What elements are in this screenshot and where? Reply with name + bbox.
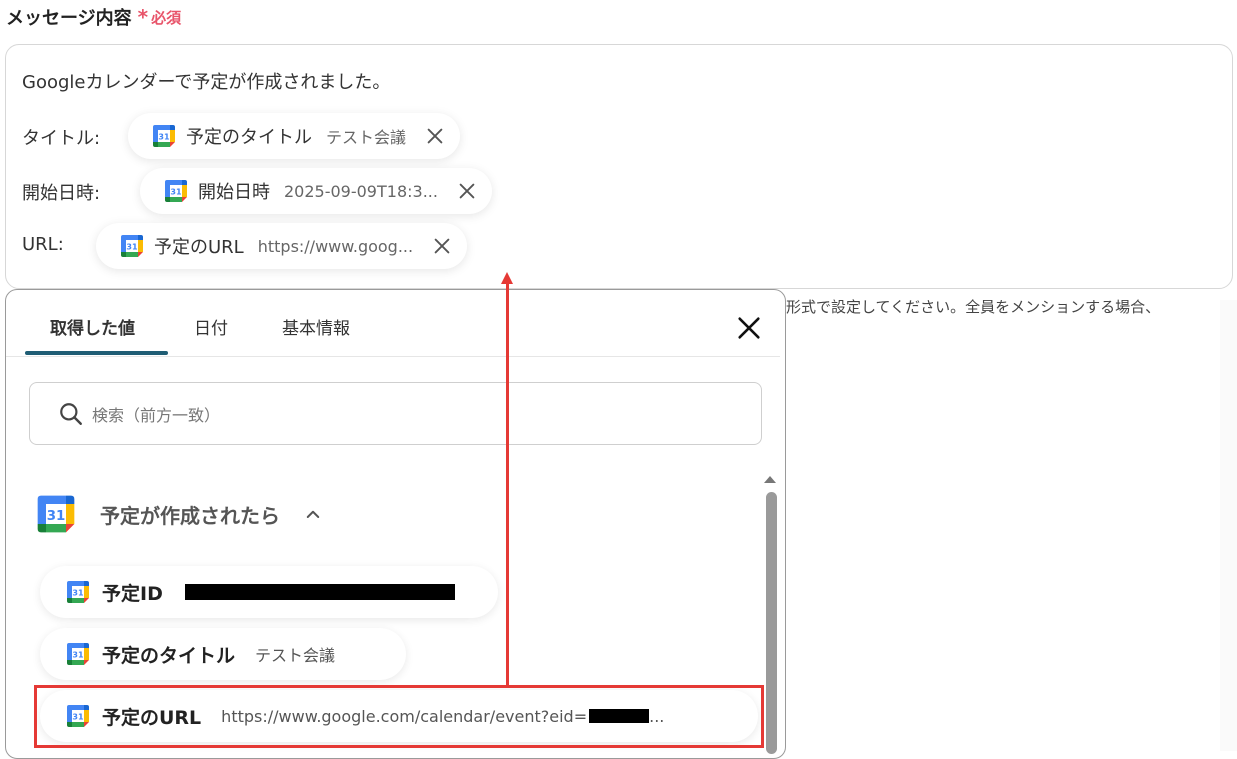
tab-divider (6, 356, 780, 357)
close-icon[interactable] (431, 235, 453, 257)
search-placeholder: 検索（前方一致） (92, 405, 221, 425)
close-icon[interactable] (456, 180, 478, 202)
message-line-1: Googleカレンダーで予定が作成されました。 (22, 72, 391, 93)
group-header[interactable]: 予定が作成されたら (36, 494, 322, 534)
scroll-up-arrow[interactable] (764, 476, 776, 483)
search-input[interactable]: 検索（前方一致） (29, 382, 762, 445)
chip-value: テスト会議 (326, 128, 407, 147)
tab-acquired-values[interactable]: 取得した値 (50, 314, 135, 339)
hint-text: 形式で設定してください。全員をメンションする場合、 (786, 298, 1161, 316)
close-icon[interactable] (735, 314, 763, 342)
close-icon[interactable] (424, 125, 446, 147)
tab-date[interactable]: 日付 (194, 314, 228, 339)
list-item-event-title[interactable]: 予定のタイトル テスト会議 (40, 628, 406, 680)
scrollbar-thumb[interactable] (766, 492, 777, 754)
google-calendar-icon (36, 494, 76, 534)
chip-value: https://www.goog... (257, 236, 414, 256)
tab-basic-info[interactable]: 基本情報 (282, 314, 350, 339)
chip-name: 予定のタイトル (186, 127, 312, 148)
field-label-text: メッセージ内容 (6, 8, 132, 29)
google-calendar-icon (120, 234, 144, 258)
item-value: テスト会議 (255, 646, 336, 665)
list-item-event-id[interactable]: 予定ID (40, 566, 498, 618)
row-label-start: 開始日時: (22, 183, 101, 204)
required-badge: * 必須 (138, 7, 181, 28)
annotation-line (506, 282, 509, 687)
google-calendar-icon (152, 124, 176, 148)
variable-chip-start[interactable]: 開始日時 2025-09-09T18:3... (140, 168, 492, 214)
variable-chip-title[interactable]: 予定のタイトル テスト会議 (128, 113, 461, 159)
google-calendar-icon (66, 580, 90, 604)
row-label-url: URL: (22, 234, 64, 255)
page-edge (1220, 300, 1237, 751)
required-text: 必須 (151, 8, 182, 27)
item-name: 予定ID (102, 582, 163, 605)
variable-chip-url[interactable]: 予定のURL https://www.goog... (96, 223, 468, 269)
chevron-up-icon[interactable] (304, 505, 322, 523)
google-calendar-icon (66, 642, 90, 666)
chip-value: 2025-09-09T18:3... (284, 181, 438, 201)
group-title: 予定が作成されたら (100, 503, 280, 528)
active-tab-indicator (25, 351, 168, 355)
required-mark: * (137, 5, 149, 29)
redacted-value (184, 584, 455, 600)
annotation-highlight-box (34, 685, 764, 748)
item-name: 予定のタイトル (102, 644, 236, 667)
search-icon (60, 402, 82, 425)
field-label: メッセージ内容 * 必須 (6, 4, 181, 30)
annotation-arrowhead (501, 272, 513, 284)
google-calendar-icon (164, 179, 188, 203)
chip-name: 予定のURL (154, 237, 244, 258)
chip-name: 開始日時 (198, 182, 270, 203)
row-label-title: タイトル: (22, 128, 101, 149)
